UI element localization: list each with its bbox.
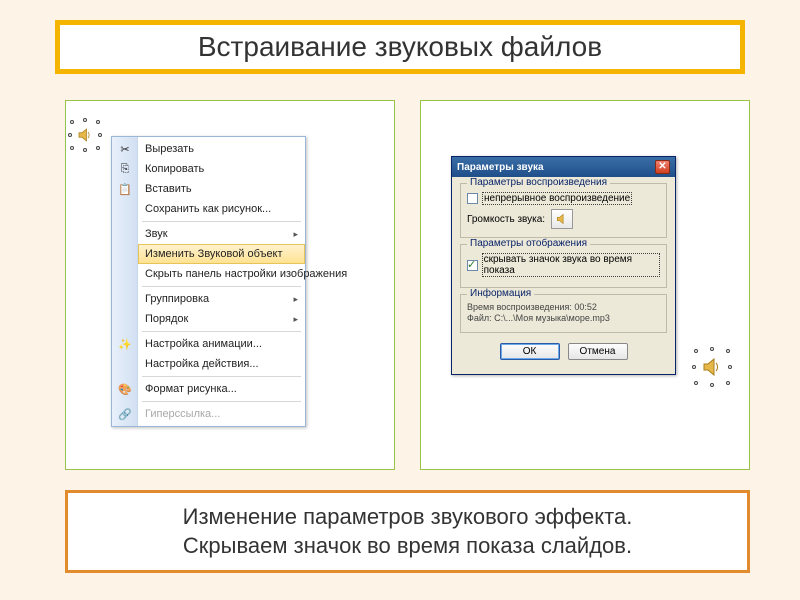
cm-save-as-picture[interactable]: Сохранить как рисунок...	[138, 199, 305, 219]
cm-label: Звук	[145, 228, 168, 240]
separator	[142, 286, 301, 287]
cm-label: Гиперссылка...	[145, 408, 220, 420]
speaker-icon	[555, 212, 569, 226]
cm-label: Скрыть панель настройки изображения	[145, 268, 347, 280]
close-icon[interactable]: ✕	[655, 160, 670, 174]
chevron-right-icon: ▸	[293, 314, 298, 325]
cm-label: Порядок	[145, 313, 188, 325]
speaker-icon-select[interactable]	[700, 355, 724, 379]
palette-icon: 🎨	[117, 381, 133, 397]
cm-label: Вставить	[145, 183, 192, 195]
caption: Изменение параметров звукового эффекта. …	[65, 490, 750, 573]
page-title: Встраивание звуковых файлов	[55, 20, 745, 74]
cm-label: Вырезать	[145, 143, 194, 155]
group-legend: Информация	[467, 288, 534, 299]
separator	[142, 401, 301, 402]
cm-action-settings[interactable]: Настройка действия...	[138, 354, 305, 374]
info-duration: Время воспроизведения: 00:52	[467, 302, 660, 312]
panel-dialog: Параметры звука ✕ Параметры воспроизведе…	[420, 100, 750, 470]
cm-format-picture[interactable]: 🎨Формат рисунка...	[138, 379, 305, 399]
panel-context-menu: ✂Вырезать ⎘Копировать 📋Вставить Сохранит…	[65, 100, 395, 470]
separator	[142, 331, 301, 332]
volume-label: Громкость звука:	[467, 214, 545, 225]
info-group: Информация Время воспроизведения: 00:52 …	[460, 294, 667, 333]
volume-button[interactable]	[551, 209, 573, 229]
separator	[142, 221, 301, 222]
separator	[142, 376, 301, 377]
group-legend: Параметры отображения	[467, 238, 590, 249]
speaker-icon-select[interactable]	[76, 126, 94, 144]
dialog-title-text: Параметры звука	[457, 162, 544, 173]
chevron-right-icon: ▸	[293, 294, 298, 305]
link-icon: 🔗	[117, 406, 133, 422]
caption-line: Скрываем значок во время показа слайдов.	[80, 532, 735, 561]
paste-icon: 📋	[117, 181, 133, 197]
group-legend: Параметры воспроизведения	[467, 177, 610, 188]
cm-order[interactable]: Порядок ▸	[138, 309, 305, 329]
hide-icon-row[interactable]: скрывать значок звука во время показа	[467, 253, 660, 277]
sparkle-icon: ✨	[117, 336, 133, 352]
cm-hide-image-toolbar[interactable]: Скрыть панель настройки изображения	[138, 264, 305, 284]
cm-copy[interactable]: ⎘Копировать	[138, 159, 305, 179]
info-filepath: Файл: C:\...\Моя музыка\море.mp3	[467, 313, 660, 323]
cm-paste[interactable]: 📋Вставить	[138, 179, 305, 199]
ok-button[interactable]: ОК	[500, 343, 560, 360]
cm-animation-settings[interactable]: ✨Настройка анимации...	[138, 334, 305, 354]
cm-label: Настройка анимации...	[145, 338, 262, 350]
cm-label: Сохранить как рисунок...	[145, 203, 271, 215]
cm-label: Группировка	[145, 293, 209, 305]
checkbox-label: скрывать значок звука во время показа	[482, 253, 660, 277]
cm-label: Копировать	[145, 163, 204, 175]
cm-edit-sound-object[interactable]: Изменить Звуковой объект	[138, 244, 305, 264]
cm-sound[interactable]: Звук ▸	[138, 224, 305, 244]
cm-hyperlink: 🔗Гиперссылка...	[138, 404, 305, 424]
cm-label: Формат рисунка...	[145, 383, 237, 395]
cm-label: Настройка действия...	[145, 358, 259, 370]
display-group: Параметры отображения скрывать значок зв…	[460, 244, 667, 288]
cm-grouping[interactable]: Группировка ▸	[138, 289, 305, 309]
scissors-icon: ✂	[117, 141, 133, 157]
chevron-right-icon: ▸	[293, 229, 298, 240]
checkbox-unchecked[interactable]	[467, 193, 478, 204]
cm-label: Изменить Звуковой объект	[145, 248, 283, 260]
dialog-titlebar[interactable]: Параметры звука ✕	[452, 157, 675, 177]
cancel-button[interactable]: Отмена	[568, 343, 628, 360]
checkbox-checked[interactable]	[467, 260, 478, 271]
sound-options-dialog: Параметры звука ✕ Параметры воспроизведе…	[451, 156, 676, 375]
context-menu: ✂Вырезать ⎘Копировать 📋Вставить Сохранит…	[111, 136, 306, 427]
caption-line: Изменение параметров звукового эффекта.	[80, 503, 735, 532]
copy-icon: ⎘	[117, 161, 133, 177]
continuous-playback-row[interactable]: непрерывное воспроизведение	[467, 192, 660, 205]
playback-group: Параметры воспроизведения непрерывное во…	[460, 183, 667, 238]
cm-cut[interactable]: ✂Вырезать	[138, 139, 305, 159]
checkbox-label: непрерывное воспроизведение	[482, 192, 632, 205]
